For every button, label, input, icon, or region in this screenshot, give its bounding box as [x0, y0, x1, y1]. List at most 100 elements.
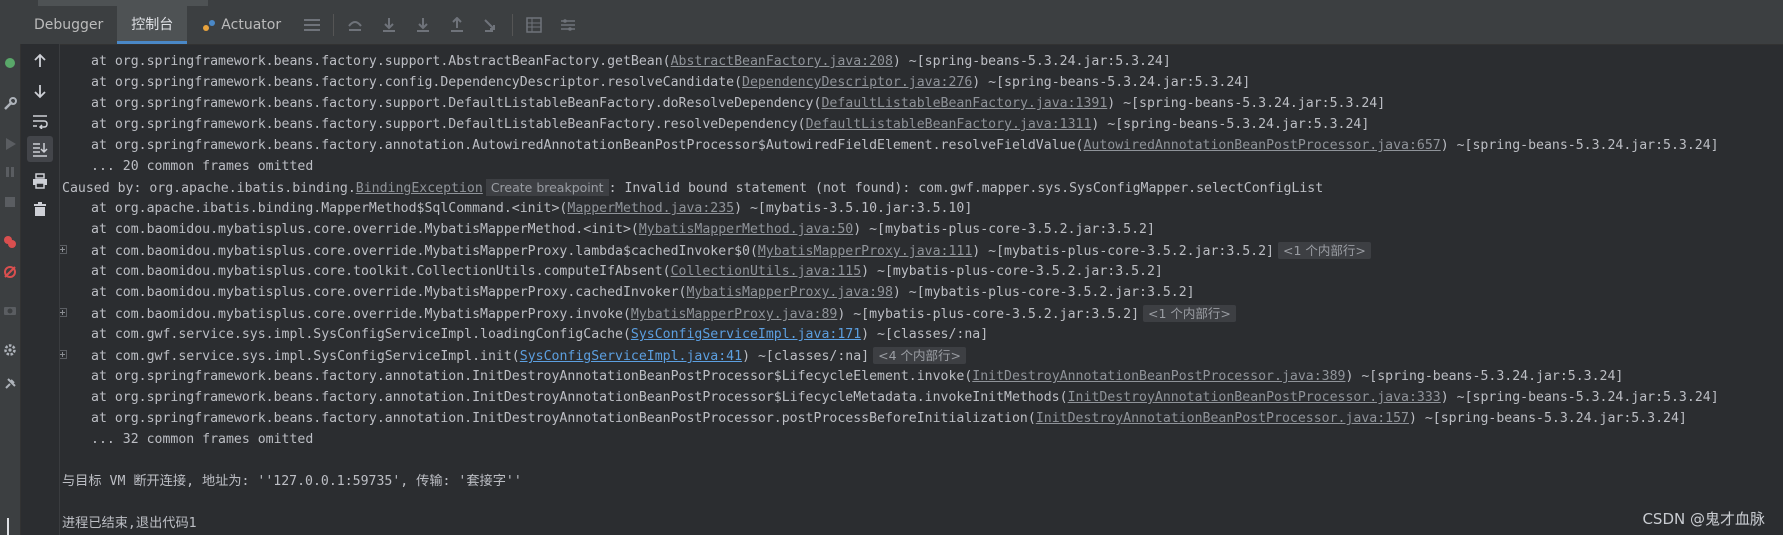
trash-icon[interactable]	[27, 196, 53, 222]
console-line-text: at org.springframework.beans.factory.sup…	[91, 93, 1385, 114]
tab-actuator[interactable]: Actuator	[187, 6, 295, 44]
line-prefix: at com.baomidou.mybatisplus.core.toolkit…	[91, 264, 671, 279]
line-prefix: at com.baomidou.mybatisplus.core.overrid…	[91, 307, 631, 322]
camera-icon[interactable]	[3, 302, 17, 316]
source-link[interactable]: InitDestroyAnnotationBeanPostProcessor.j…	[1068, 390, 1441, 405]
print-icon[interactable]	[27, 168, 53, 194]
console-line-text: at com.gwf.service.sys.impl.SysConfigSer…	[91, 345, 966, 367]
line-suffix: ) ~[spring-beans-5.3.24.jar:5.3.24]	[1107, 96, 1386, 111]
step-into-icon[interactable]	[372, 6, 406, 44]
debug-tab-bar: Debugger 控制台 Actuator	[0, 6, 1783, 45]
down-arrow-icon[interactable]	[27, 78, 53, 104]
stop-icon[interactable]	[3, 194, 17, 208]
source-link[interactable]: MapperMethod.java:235	[567, 201, 734, 216]
source-link[interactable]: MybatisMapperMethod.java:50	[639, 222, 853, 237]
console-line-text: ... 32 common frames omitted	[91, 429, 313, 450]
pause-icon[interactable]	[3, 164, 17, 178]
line-suffix: ) ~[spring-beans-5.3.24.jar:5.3.24]	[1408, 411, 1687, 426]
line-prefix: at org.apache.ibatis.binding.MapperMetho…	[91, 201, 568, 216]
line-suffix: ) ~[mybatis-3.5.10.jar:3.5.10]	[734, 201, 973, 216]
console-line-text: ... 20 common frames omitted	[91, 156, 313, 177]
source-link[interactable]: BindingException	[356, 181, 483, 196]
menu-icon[interactable]	[295, 6, 329, 44]
line-suffix: ) ~[spring-beans-5.3.24.jar:5.3.24]	[892, 54, 1171, 69]
line-prefix: at org.springframework.beans.factory.con…	[91, 75, 743, 90]
source-link[interactable]: DefaultListableBeanFactory.java:1391	[821, 96, 1107, 111]
step-out-icon[interactable]	[440, 6, 474, 44]
scroll-to-end-icon[interactable]	[27, 136, 53, 162]
up-arrow-icon[interactable]	[27, 48, 53, 74]
source-link[interactable]: MybatisMapperProxy.java:111	[758, 244, 972, 259]
text-cursor	[7, 518, 9, 535]
console-line-text: at com.baomidou.mybatisplus.core.overrid…	[91, 219, 1155, 240]
mute-breakpoints-icon[interactable]	[3, 264, 17, 278]
line-prefix: at com.baomidou.mybatisplus.core.overrid…	[91, 244, 758, 259]
console-line-text: at com.baomidou.mybatisplus.core.overrid…	[91, 303, 1236, 325]
console-line-text: at org.springframework.beans.factory.con…	[91, 72, 1250, 93]
toolbar-separator	[333, 14, 335, 36]
line-suffix: ) ~[mybatis-plus-core-3.5.2.jar:3.5.2]	[853, 222, 1155, 237]
line-suffix: ) ~[spring-beans-5.3.24.jar:5.3.24]	[1091, 117, 1370, 132]
source-link[interactable]: AbstractBeanFactory.java:208	[671, 54, 893, 69]
resume-icon[interactable]	[3, 136, 17, 150]
evaluate-icon[interactable]	[517, 6, 551, 44]
line-prefix: at org.springframework.beans.factory.ann…	[91, 138, 1084, 153]
line-prefix: at com.gwf.service.sys.impl.SysConfigSer…	[91, 349, 520, 364]
line-suffix: ) ~[spring-beans-5.3.24.jar:5.3.24]	[1440, 138, 1719, 153]
fold-expand-icon[interactable]	[60, 245, 67, 254]
console-line-text: at com.baomidou.mybatisplus.core.toolkit…	[91, 261, 1163, 282]
source-link[interactable]: InitDestroyAnnotationBeanPostProcessor.j…	[1036, 411, 1409, 426]
console-line-text: at org.springframework.beans.factory.sup…	[91, 51, 1171, 72]
pin-icon[interactable]	[3, 376, 17, 390]
source-link[interactable]: DependencyDescriptor.java:276	[742, 75, 972, 90]
line-prefix: at org.springframework.beans.factory.ann…	[91, 369, 973, 384]
source-link[interactable]: CollectionUtils.java:115	[671, 264, 862, 279]
folded-frames-badge[interactable]: <1 个内部行>	[1143, 305, 1236, 322]
source-link[interactable]: SysConfigServiceImpl.java:171	[631, 327, 861, 342]
line-prefix: at com.baomidou.mybatisplus.core.overrid…	[91, 285, 687, 300]
force-step-into-icon[interactable]	[406, 6, 440, 44]
step-over-icon[interactable]	[338, 6, 372, 44]
settings-wrench-icon[interactable]	[3, 96, 17, 110]
line-prefix: at org.springframework.beans.factory.sup…	[91, 96, 822, 111]
source-link[interactable]: DefaultListableBeanFactory.java:1311	[806, 117, 1092, 132]
line-suffix: ) ~[mybatis-plus-core-3.5.2.jar:3.5.2]	[892, 285, 1195, 300]
watermark: CSDN @鬼才血脉	[1642, 510, 1765, 528]
source-link[interactable]: MybatisMapperProxy.java:98	[686, 285, 892, 300]
trace-icon[interactable]	[551, 6, 585, 44]
actuator-icon	[203, 20, 216, 31]
line-suffix: ) ~[spring-beans-5.3.24.jar:5.3.24]	[1440, 390, 1719, 405]
left-tool-strip	[0, 44, 21, 535]
fold-expand-icon[interactable]	[60, 308, 67, 317]
source-link[interactable]: InitDestroyAnnotationBeanPostProcessor.j…	[972, 369, 1345, 384]
console-output[interactable]: at org.springframework.beans.factory.sup…	[60, 44, 1783, 535]
console-line-text: at org.springframework.beans.factory.sup…	[91, 114, 1369, 135]
run-to-cursor-icon[interactable]	[474, 6, 508, 44]
line-prefix: 与目标 VM 断开连接, 地址为: ''127.0.0.1:59735', 传输…	[62, 474, 522, 489]
source-link[interactable]: AutowiredAnnotationBeanPostProcessor.jav…	[1083, 138, 1440, 153]
tab-label: Actuator	[221, 17, 282, 33]
tab-console[interactable]: 控制台	[117, 6, 188, 44]
folded-frames-badge[interactable]: <4 个内部行>	[873, 347, 966, 364]
line-prefix: 进程已结束,退出代码1	[62, 516, 197, 531]
debug-bug-icon[interactable]	[3, 54, 17, 68]
source-link[interactable]: SysConfigServiceImpl.java:41	[520, 349, 742, 364]
settings-gear-icon[interactable]	[3, 342, 17, 356]
line-suffix: ) ~[spring-beans-5.3.24.jar:5.3.24]	[972, 75, 1251, 90]
folded-frames-badge[interactable]: <1 个内部行>	[1278, 242, 1371, 259]
source-link[interactable]: MybatisMapperProxy.java:89	[631, 307, 837, 322]
line-suffix: ) ~[mybatis-plus-core-3.5.2.jar:3.5.2]	[972, 244, 1274, 259]
fold-expand-icon[interactable]	[60, 350, 67, 359]
console-line-text: at org.springframework.beans.factory.ann…	[91, 408, 1687, 429]
line-prefix: at org.springframework.beans.factory.ann…	[91, 390, 1068, 405]
create-breakpoint-button[interactable]: Create breakpoint	[485, 179, 609, 196]
console-line-text: 进程已结束,退出代码1	[62, 513, 197, 534]
soft-wrap-icon[interactable]	[27, 108, 53, 134]
line-suffix: ) ~[classes/:na]	[861, 327, 989, 342]
breakpoints-icon[interactable]	[3, 234, 17, 248]
line-suffix: : Invalid bound statement (not found): c…	[608, 181, 1324, 196]
line-prefix: at com.baomidou.mybatisplus.core.overrid…	[91, 222, 639, 237]
tab-label: Debugger	[34, 17, 104, 33]
console-line-text: at org.springframework.beans.factory.ann…	[91, 366, 1623, 387]
tab-debugger[interactable]: Debugger	[20, 6, 117, 44]
